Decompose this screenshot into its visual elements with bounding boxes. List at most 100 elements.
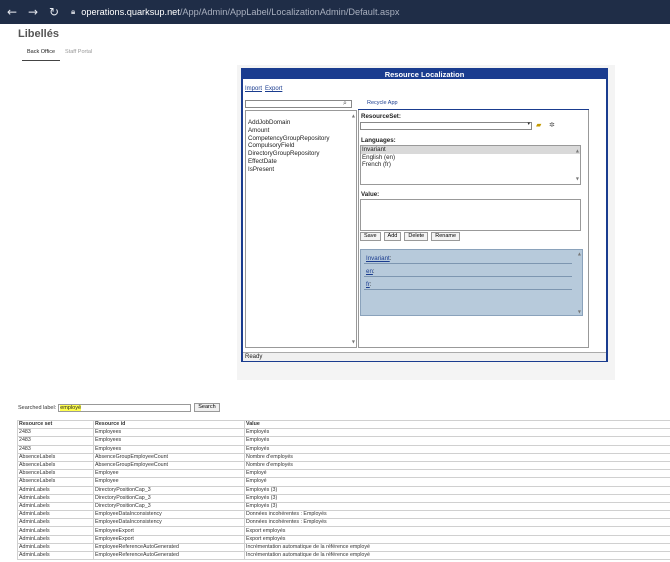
list-item[interactable]: CompetencyGroupRepository [248,135,354,143]
languages-list[interactable]: Invariant English (en) French (fr) ▲ ▼ [360,145,581,185]
table-row[interactable]: AdminLabels DirectoryPositionCap_3 Employé… [17,493,670,503]
list-item[interactable]: AddJobDomain [248,119,354,127]
table-cell: Données incohérentes : Employés [244,518,670,528]
search-input[interactable]: employé [58,403,192,412]
translation-link-en[interactable]: en [366,268,373,275]
table-row[interactable]: 2483 Employees Employés [17,444,670,454]
language-item-invariant[interactable]: Invariant [361,146,580,154]
scroll-down-arrow-icon[interactable]: ▼ [578,309,581,314]
table-row[interactable]: AdminLabels EmployeeExport Export employés [17,534,670,544]
localization-header: Resource Localization [243,70,606,79]
table-cell: Export employés [244,526,670,536]
table-cell: AbsenceLabels [17,452,94,462]
list-item[interactable]: DirectoryGroupRepository [248,150,354,158]
table-cell: EmployeeDataInconsistency [93,510,245,520]
table-row[interactable]: AdminLabels DirectoryPositionCap_3 Employé… [17,485,670,495]
scroll-up-arrow-icon[interactable]: ▲ [352,112,355,120]
column-header: Value [244,419,670,430]
list-item[interactable]: IsPresent [248,166,354,174]
list-item[interactable]: Amount [248,127,354,135]
language-item-en[interactable]: English (en) [361,154,580,162]
table-cell: AdminLabels [17,485,94,495]
table-cell: Employee [93,469,245,479]
value-label: Value: [361,191,380,198]
translation-link-invariant[interactable]: Invariant [366,255,390,262]
translation-suffix: : [369,281,372,288]
search-icon[interactable]: ⌕ [343,99,347,108]
reload-icon[interactable]: ↻ [45,3,63,21]
translation-suffix: : [372,268,375,275]
rename-button[interactable]: Rename [431,232,461,241]
table-row[interactable]: AdminLabels EmployeeExport Export employés [17,526,670,536]
scroll-up-arrow-icon[interactable]: ▲ [578,251,581,256]
table-cell: AdminLabels [17,526,94,536]
forward-icon[interactable]: → [24,3,42,21]
translation-row-invariant: Invariant: [364,252,572,264]
lock-icon: 🔒︎ [71,7,76,16]
table-cell: Employee [93,477,245,487]
table-cell: Employees [93,428,245,438]
add-button[interactable]: Add [383,232,402,241]
table-cell: EmployeeExport [93,534,245,544]
table-row[interactable]: 2483 Employees Employés [17,428,670,438]
status-bar: Ready [243,352,606,361]
table-cell: EmployeeExport [93,526,245,536]
delete-button[interactable]: Delete [404,232,429,241]
table-cell: Incrémentation automatique de la référen… [244,542,670,553]
translation-suffix: : [389,255,392,262]
import-export-links: Import Export [245,86,285,92]
table-row[interactable]: AbsenceLabels Employee Employé [17,469,670,479]
import-link[interactable]: Import [245,86,262,92]
table-row[interactable]: 2483 Employees Employés [17,436,670,446]
table-cell: AdminLabels [17,534,94,544]
resourceset-select[interactable]: ▾ [360,121,532,130]
export-link[interactable]: Export [265,86,282,92]
table-cell: AbsenceGroupEmployeeCount [93,452,245,462]
table-cell: AbsenceLabels [17,477,94,487]
gear-icon[interactable]: ✲ [549,121,555,129]
scroll-up-arrow-icon[interactable]: ▲ [576,147,579,155]
scroll-down-arrow-icon[interactable]: ▼ [352,338,355,346]
back-icon[interactable]: ← [3,3,21,21]
languages-label: Languages: [361,137,396,144]
table-cell: Employé [244,469,670,479]
tab-staff-portal[interactable]: Staff Portal [60,47,97,61]
table-cell: AbsenceLabels [17,460,94,471]
table-cell: DirectoryPositionCap_3 [93,493,245,503]
table-cell: Employés [244,444,670,454]
tab-back-office[interactable]: Back Office [22,47,61,61]
table-row[interactable]: AdminLabels EmployeeDataInconsistency Donn… [17,518,670,528]
resourceset-label: ResourceSet: [361,113,401,120]
save-button[interactable]: Save [360,232,381,241]
resource-list[interactable]: AddJobDomain Amount CompetencyGroupRepos… [245,110,357,348]
column-header: Resource set [17,419,94,430]
table-row[interactable]: AdminLabels DirectoryPositionCap_3 Employé… [17,501,670,512]
table-row[interactable]: AdminLabels EmployeeReferenceAutoGenerate… [17,550,670,561]
results-body: 2483 Employees Employés 2483 Employees Employ… [17,428,670,561]
table-row[interactable]: AbsenceLabels AbsenceGroupEmployeeCount No… [17,452,670,462]
table-cell: AdminLabels [17,550,94,561]
value-textarea[interactable] [360,199,581,231]
translation-row-fr: fr: [364,278,572,290]
list-item[interactable]: EffectDate [248,158,354,166]
table-row[interactable]: AdminLabels EmployeeReferenceAutoGenerate… [17,542,670,553]
folder-icon[interactable]: ▰ [536,121,541,129]
table-cell: EmployeeReferenceAutoGenerated [93,542,245,553]
table-cell: Employés [244,436,670,446]
column-header: Resource id [93,419,245,430]
tab-bar: Back Office Staff Portal [22,47,97,63]
resource-filter-input[interactable] [245,100,352,108]
recycle-app-tab[interactable]: Recycle App [367,100,398,106]
table-row[interactable]: AbsenceLabels AbsenceGroupEmployeeCount No… [17,460,670,471]
table-cell: Employés (3) [244,485,670,495]
table-row[interactable]: AbsenceLabels Employee Employé [17,477,670,487]
table-cell: Nombre d'employés [244,460,670,471]
language-item-fr[interactable]: French (fr) [361,161,580,169]
address-bar[interactable]: 🔒︎ operations.quarksup.net /App/Admin/Ap… [71,3,666,21]
list-item[interactable]: CompulsoryField [248,142,354,150]
search-button[interactable]: Search [194,403,220,412]
table-header-row: Resource set Resource id Value [17,419,670,430]
table-row[interactable]: AdminLabels EmployeeDataInconsistency Donn… [17,510,670,520]
table-cell: Données incohérentes : Employés [244,510,670,520]
scroll-down-arrow-icon[interactable]: ▼ [576,175,579,183]
